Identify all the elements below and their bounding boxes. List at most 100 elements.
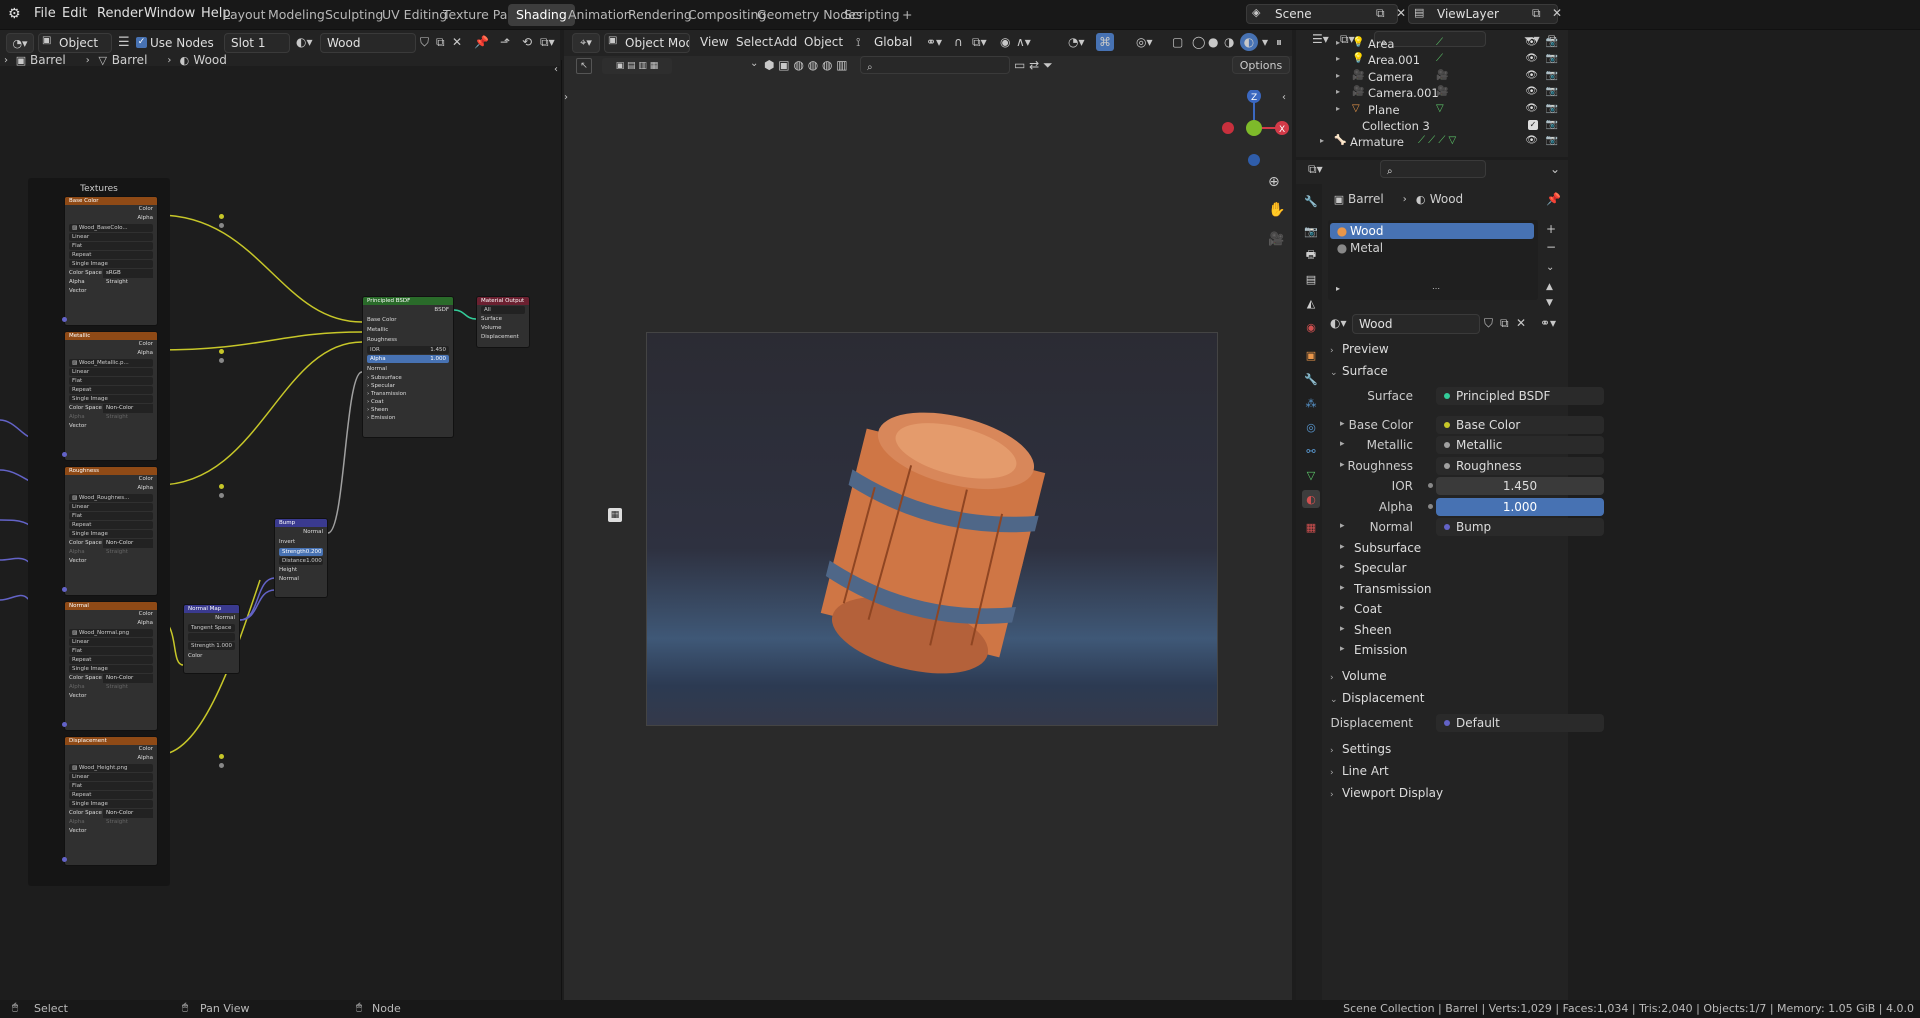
texture-interpolation-select[interactable]: Linear: [69, 773, 153, 781]
section-surface[interactable]: ⌄ Surface: [1330, 364, 1560, 384]
expand-icon[interactable]: ▸: [1336, 71, 1340, 80]
ior-field[interactable]: 1.450: [1436, 477, 1604, 495]
expand-input-icon[interactable]: ▸: [1340, 419, 1345, 429]
visibility-icon[interactable]: ◔▾: [1068, 35, 1085, 49]
bsdf-ior-field[interactable]: IOR 1.450: [367, 346, 449, 354]
expand-input-icon[interactable]: ▸: [1340, 460, 1345, 470]
area-divider[interactable]: [556, 60, 562, 1000]
viewport-menu-view[interactable]: View: [700, 35, 728, 49]
menu-window[interactable]: Window: [144, 6, 195, 21]
bsdf-panel-sheen[interactable]: › Sheen: [363, 406, 453, 414]
bump-strength-field[interactable]: Strength 0.200: [279, 548, 323, 556]
render-camera-icon[interactable]: 📷: [1546, 53, 1558, 64]
properties-editor-type-icon[interactable]: ⧉▾: [1308, 162, 1323, 177]
image-texture-node-1[interactable]: Base Color Color Alpha ▨ Wood_BaseColo... Li…: [64, 196, 158, 326]
object-tab-icon[interactable]: ▣: [1302, 346, 1320, 364]
socket-color-out-icon[interactable]: [219, 484, 224, 489]
unlink-material-icon[interactable]: ✕: [452, 35, 462, 49]
output-tab-icon[interactable]: 🖶: [1302, 246, 1320, 264]
outliner-row-area-001[interactable]: ▸ 💡 Area.001 ⟋ 👁 📷: [1300, 53, 1568, 69]
new-scene-icon[interactable]: ⧉: [1376, 6, 1385, 21]
section-volume[interactable]: › Volume: [1330, 669, 1560, 689]
remove-slot-icon[interactable]: −: [1546, 240, 1556, 254]
snap-magnet-icon[interactable]: ∩: [954, 35, 963, 49]
displacement-input-select[interactable]: Default: [1436, 714, 1604, 732]
menu-edit[interactable]: Edit: [62, 6, 87, 21]
duplicate-material-icon[interactable]: ⧉: [436, 35, 445, 50]
outliner-row-armature[interactable]: ▸ 🦴 Armature ⟋ ⟋ ⟋ ▽ 👁 📷: [1300, 135, 1568, 151]
pivot-icon[interactable]: ⚭▾: [926, 35, 942, 49]
parent-node-tree-icon[interactable]: ⬏: [500, 35, 510, 49]
socket-color-out-icon[interactable]: [219, 349, 224, 354]
delete-view-layer-icon[interactable]: ✕: [1552, 6, 1562, 20]
socket-vector-in-icon[interactable]: [62, 857, 67, 862]
subpanel-subsurface[interactable]: ▸ Subsurface: [1296, 538, 1568, 558]
texture-source-select[interactable]: Single Image: [69, 800, 153, 808]
editor-type-button[interactable]: ◔▾: [6, 33, 34, 53]
move-up-icon[interactable]: ▲: [1546, 282, 1553, 292]
texture-extension-select[interactable]: Repeat: [69, 521, 153, 529]
texture-interpolation-select[interactable]: Linear: [69, 638, 153, 646]
render-camera-icon[interactable]: 📷: [1546, 119, 1558, 130]
surface-shader-select[interactable]: Principled BSDF: [1436, 387, 1604, 405]
texture-projection-select[interactable]: Flat: [69, 512, 153, 520]
selection-mode-icons[interactable]: ▣ ▤ ▥ ▦: [602, 58, 672, 74]
socket-vector-in-icon[interactable]: [62, 722, 67, 727]
texture-projection-select[interactable]: Flat: [69, 782, 153, 790]
section-settings[interactable]: › Settings: [1330, 742, 1560, 762]
breadcrumb-object[interactable]: Barrel: [30, 53, 66, 67]
filter-options-icons[interactable]: ▭ ⇄ ⏷: [1014, 58, 1053, 73]
orientation-select[interactable]: Global: [854, 33, 916, 53]
subpanel-sheen[interactable]: ▸ Sheen: [1296, 620, 1568, 640]
data-icon[interactable]: ⟋: [1436, 37, 1443, 48]
filter-type-icons[interactable]: ⬢ ▣ ◍ ◍ ◍ ▥: [764, 58, 848, 72]
eye-icon[interactable]: 👁: [1525, 53, 1538, 64]
move-down-icon[interactable]: ▼: [1546, 298, 1553, 308]
menu-render[interactable]: Render: [97, 6, 143, 21]
pan-hand-icon[interactable]: ✋: [1268, 202, 1285, 218]
gizmo-neg-z-axis[interactable]: [1248, 154, 1260, 166]
texture-image-field[interactable]: ▨ Wood_Normal.png: [69, 629, 153, 637]
texture-alpha-row[interactable]: Alpha Straight: [65, 278, 157, 287]
texture-source-select[interactable]: Single Image: [69, 395, 153, 403]
toolbar-expand-icon[interactable]: ›: [564, 92, 568, 103]
options-button[interactable]: Options: [1232, 56, 1290, 74]
solid-shading-icon[interactable]: ●: [1208, 35, 1218, 49]
pin-icon[interactable]: 📌: [474, 35, 489, 49]
texture-extension-select[interactable]: Repeat: [69, 791, 153, 799]
expand-icon[interactable]: ▸: [1320, 136, 1324, 145]
texture-extension-select[interactable]: Repeat: [69, 656, 153, 664]
texture-alpha-row[interactable]: Alpha Straight: [65, 413, 157, 422]
texture-extension-select[interactable]: Repeat: [69, 251, 153, 259]
data-icon[interactable]: ⟋ ⟋ ⟋ ▽: [1418, 135, 1456, 146]
rendered-shading-icon[interactable]: ◐: [1240, 33, 1258, 51]
render-region[interactable]: [646, 332, 1218, 726]
sidebar-collapse-icon[interactable]: ‹: [1282, 92, 1286, 103]
texture-source-select[interactable]: Single Image: [69, 665, 153, 673]
eye-icon[interactable]: 👁: [1525, 86, 1538, 97]
fake-user-shield-icon[interactable]: ⛉: [1484, 316, 1493, 331]
socket-alpha-out-icon[interactable]: [219, 763, 224, 768]
new-view-layer-icon[interactable]: ⧉: [1532, 6, 1541, 21]
socket-vector-in-icon[interactable]: [62, 452, 67, 457]
proportional-editing-icon[interactable]: ◉: [1000, 35, 1010, 49]
render-camera-icon[interactable]: 📷: [1546, 86, 1558, 97]
eye-icon[interactable]: 👁: [1525, 70, 1538, 81]
render-camera-icon[interactable]: 📷: [1546, 37, 1558, 48]
texture-interpolation-select[interactable]: Linear: [69, 233, 153, 241]
subpanel-coat[interactable]: ▸ Coat: [1296, 599, 1568, 619]
principled-bsdf-node[interactable]: Principled BSDF BSDF Base Color Metallic…: [362, 296, 454, 438]
falloff-icon[interactable]: ∧▾: [1016, 35, 1031, 49]
wireframe-shading-icon[interactable]: ◯: [1192, 35, 1205, 49]
texture-interpolation-select[interactable]: Linear: [69, 503, 153, 511]
blender-logo-icon[interactable]: ⚙: [8, 6, 21, 22]
view-layer-tab-icon[interactable]: ▤: [1302, 270, 1320, 288]
material-output-node[interactable]: Material Output All Surface Volume Displ…: [476, 296, 530, 348]
input-link-select[interactable]: Base Color: [1436, 416, 1604, 434]
socket-vector-in-icon[interactable]: [62, 587, 67, 592]
outliner-row-plane[interactable]: ▸ ▽ Plane ▽ 👁 📷: [1300, 103, 1568, 119]
menu-file[interactable]: File: [34, 6, 56, 21]
socket-vector-in-icon[interactable]: [62, 317, 67, 322]
texture-interpolation-select[interactable]: Linear: [69, 368, 153, 376]
texture-colorspace-row[interactable]: Color Space Non-Color: [65, 809, 157, 818]
